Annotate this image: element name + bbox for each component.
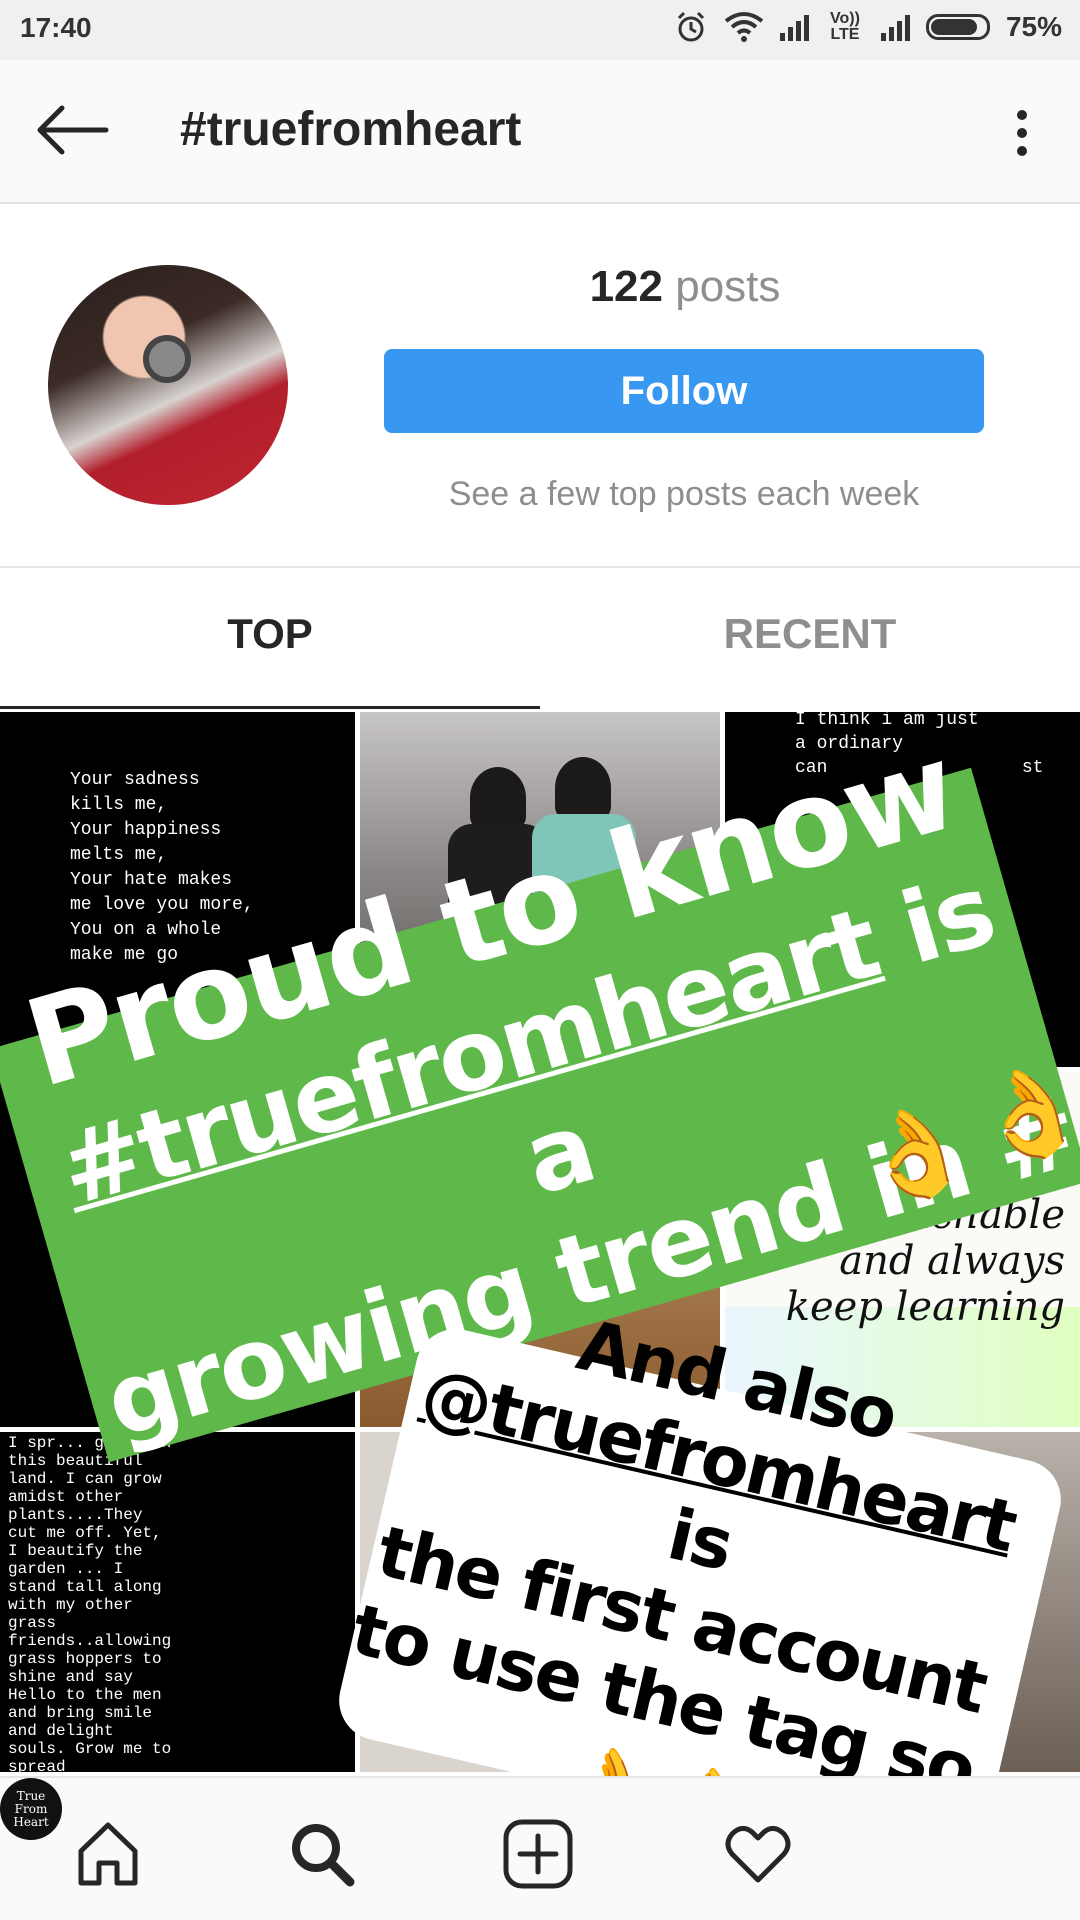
search-icon (292, 1824, 355, 1887)
heart-icon (725, 1826, 791, 1883)
avatar-ring-detail (143, 335, 191, 383)
tab-recent[interactable]: RECENT (540, 610, 1080, 658)
nav-activity[interactable] (718, 1814, 798, 1894)
grid-post-3[interactable]: I think i am just a ordinary can st (725, 712, 1080, 1067)
status-time: 17:40 (20, 12, 92, 43)
profile-avatar-text: True From Heart (13, 1788, 49, 1829)
follow-button[interactable]: Follow (384, 349, 984, 433)
signal-icon-2 (880, 13, 910, 41)
grid-post-6[interactable]: be teachable and always keep learning (725, 1072, 1080, 1427)
grid-post-2[interactable] (360, 712, 720, 1067)
nav-new-post[interactable] (498, 1814, 578, 1894)
back-arrow-icon[interactable] (32, 100, 112, 160)
post-6-text: be teachable and always keep learning (785, 1192, 1065, 1330)
post-1-text: Your sadness kills me, Your happiness me… (70, 770, 254, 965)
grid-post-5[interactable] (360, 1072, 720, 1427)
grid-post-9[interactable] (725, 1432, 1080, 1772)
battery-percent: 75% (1005, 11, 1062, 42)
post-7-text: I spr... green on this beautiful land. I… (8, 1434, 172, 1772)
follow-subtitle: See a few top posts each week (448, 475, 920, 513)
divider (0, 566, 1080, 568)
grid-post-7[interactable]: I spr... green on this beautiful land. I… (0, 1432, 355, 1772)
alarm-icon (677, 11, 705, 42)
post-count-value: 122 (589, 262, 663, 311)
status-icons: Vo)) LTE 75% (674, 10, 1062, 44)
active-tab-indicator (0, 706, 540, 709)
battery-icon (925, 14, 990, 40)
person-figure (470, 767, 526, 829)
network-label: Vo)) LTE (829, 10, 860, 43)
bottom-navigation: True From Heart (0, 1776, 1080, 1920)
post-3-text: I think i am just a ordinary can st (795, 712, 1044, 778)
status-bar: 17:40 Vo)) LTE 75% (0, 0, 1080, 60)
add-post-icon (503, 1819, 573, 1889)
post-count: 122 posts (560, 262, 810, 312)
post-grid: Your sadness kills me, Your happiness me… (0, 712, 1080, 1772)
home-icon (78, 1822, 138, 1886)
wifi-icon (724, 12, 764, 42)
person-figure (555, 757, 611, 819)
page-title: #truefromheart (180, 103, 522, 156)
app-bar: #truefromheart (0, 60, 1080, 204)
grid-post-1[interactable]: Your sadness kills me, Your happiness me… (0, 712, 355, 1067)
grid-post-4[interactable] (0, 1072, 355, 1427)
more-options-icon[interactable] (1012, 108, 1032, 158)
post-count-label: posts (675, 262, 781, 311)
signal-icon (779, 13, 809, 41)
nav-search[interactable] (282, 1814, 362, 1894)
hashtag-avatar (48, 265, 288, 505)
profile-avatar[interactable]: True From Heart (0, 1778, 62, 1840)
nav-home[interactable] (68, 1814, 148, 1894)
person-shirt (532, 814, 636, 904)
grid-post-8[interactable] (360, 1432, 720, 1772)
tab-top[interactable]: TOP (0, 610, 540, 658)
